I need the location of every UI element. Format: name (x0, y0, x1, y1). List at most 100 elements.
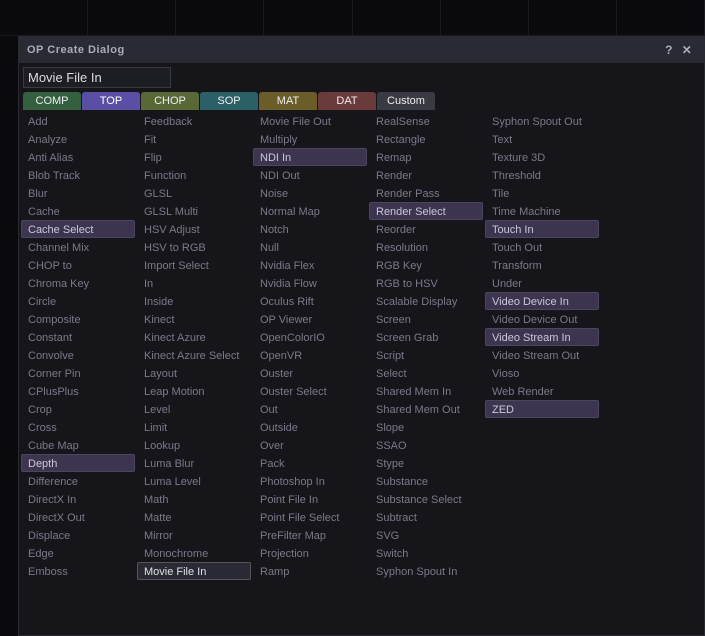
op-item[interactable]: Emboss (21, 562, 135, 580)
op-item[interactable]: Render Pass (369, 184, 483, 202)
op-item[interactable]: DirectX Out (21, 508, 135, 526)
op-item[interactable]: Time Machine (485, 202, 599, 220)
op-item[interactable]: Channel Mix (21, 238, 135, 256)
op-item[interactable]: NDI Out (253, 166, 367, 184)
op-item[interactable]: Leap Motion (137, 382, 251, 400)
op-item[interactable]: Outside (253, 418, 367, 436)
op-item[interactable]: Function (137, 166, 251, 184)
op-item[interactable]: Under (485, 274, 599, 292)
op-item[interactable]: CPlusPlus (21, 382, 135, 400)
op-item[interactable]: Video Device In (485, 292, 599, 310)
op-item[interactable]: HSV to RGB (137, 238, 251, 256)
op-item[interactable]: Movie File Out (253, 112, 367, 130)
op-item[interactable]: Touch In (485, 220, 599, 238)
op-item[interactable]: Luma Blur (137, 454, 251, 472)
op-item[interactable]: OpenVR (253, 346, 367, 364)
op-item[interactable]: Flip (137, 148, 251, 166)
op-item[interactable]: Kinect Azure Select (137, 346, 251, 364)
op-item[interactable]: Chroma Key (21, 274, 135, 292)
op-item[interactable]: Ouster (253, 364, 367, 382)
op-item[interactable]: Shared Mem In (369, 382, 483, 400)
op-item[interactable]: Remap (369, 148, 483, 166)
op-item[interactable]: Kinect Azure (137, 328, 251, 346)
op-item[interactable]: Tile (485, 184, 599, 202)
op-item[interactable]: RGB to HSV (369, 274, 483, 292)
op-item[interactable]: Out (253, 400, 367, 418)
op-item[interactable]: Screen Grab (369, 328, 483, 346)
op-item[interactable]: NDI In (253, 148, 367, 166)
op-item[interactable]: Touch Out (485, 238, 599, 256)
op-item[interactable]: Luma Level (137, 472, 251, 490)
op-item[interactable]: In (137, 274, 251, 292)
op-item[interactable]: Multiply (253, 130, 367, 148)
op-item[interactable]: Circle (21, 292, 135, 310)
tab-mat[interactable]: MAT (259, 92, 317, 110)
op-item[interactable]: Rectangle (369, 130, 483, 148)
op-item[interactable]: Subtract (369, 508, 483, 526)
op-item[interactable]: Substance Select (369, 490, 483, 508)
op-item[interactable]: Matte (137, 508, 251, 526)
op-item[interactable]: Edge (21, 544, 135, 562)
op-item[interactable]: Null (253, 238, 367, 256)
op-item[interactable]: SVG (369, 526, 483, 544)
op-item[interactable]: Ouster Select (253, 382, 367, 400)
dialog-titlebar[interactable]: OP Create Dialog ? ✕ (19, 37, 704, 63)
op-item[interactable]: Script (369, 346, 483, 364)
op-item[interactable]: Switch (369, 544, 483, 562)
op-item[interactable]: Movie File In (137, 562, 251, 580)
op-item[interactable]: Depth (21, 454, 135, 472)
op-item[interactable]: Photoshop In (253, 472, 367, 490)
op-item[interactable]: Pack (253, 454, 367, 472)
op-item[interactable]: Feedback (137, 112, 251, 130)
tab-dat[interactable]: DAT (318, 92, 376, 110)
op-item[interactable]: Screen (369, 310, 483, 328)
op-item[interactable]: Corner Pin (21, 364, 135, 382)
op-item[interactable]: Mirror (137, 526, 251, 544)
op-item[interactable]: Render (369, 166, 483, 184)
op-item[interactable]: HSV Adjust (137, 220, 251, 238)
op-item[interactable]: Video Device Out (485, 310, 599, 328)
op-item[interactable]: Import Select (137, 256, 251, 274)
op-item[interactable]: Nvidia Flow (253, 274, 367, 292)
op-item[interactable]: PreFilter Map (253, 526, 367, 544)
op-item[interactable]: Convolve (21, 346, 135, 364)
op-item[interactable]: Syphon Spout Out (485, 112, 599, 130)
op-item[interactable]: Displace (21, 526, 135, 544)
op-item[interactable]: Kinect (137, 310, 251, 328)
op-item[interactable]: Substance (369, 472, 483, 490)
op-item[interactable]: Cube Map (21, 436, 135, 454)
op-item[interactable]: Scalable Display (369, 292, 483, 310)
op-item[interactable]: Texture 3D (485, 148, 599, 166)
op-item[interactable]: Cache (21, 202, 135, 220)
op-item[interactable]: Video Stream In (485, 328, 599, 346)
op-item[interactable]: Limit (137, 418, 251, 436)
op-item[interactable]: Reorder (369, 220, 483, 238)
search-input[interactable] (23, 67, 171, 88)
op-item[interactable]: Lookup (137, 436, 251, 454)
op-item[interactable]: Analyze (21, 130, 135, 148)
op-item[interactable]: Layout (137, 364, 251, 382)
op-item[interactable]: OP Viewer (253, 310, 367, 328)
op-item[interactable]: Normal Map (253, 202, 367, 220)
op-item[interactable]: Oculus Rift (253, 292, 367, 310)
tab-custom[interactable]: Custom (377, 92, 435, 110)
op-item[interactable]: OpenColorIO (253, 328, 367, 346)
op-item[interactable]: Constant (21, 328, 135, 346)
op-item[interactable]: Noise (253, 184, 367, 202)
tab-top[interactable]: TOP (82, 92, 140, 110)
op-item[interactable]: Composite (21, 310, 135, 328)
op-item[interactable]: Threshold (485, 166, 599, 184)
op-item[interactable]: Level (137, 400, 251, 418)
op-item[interactable]: Slope (369, 418, 483, 436)
op-item[interactable]: Notch (253, 220, 367, 238)
help-button[interactable]: ? (660, 41, 678, 59)
tab-chop[interactable]: CHOP (141, 92, 199, 110)
op-item[interactable]: Crop (21, 400, 135, 418)
op-item[interactable]: RGB Key (369, 256, 483, 274)
op-item[interactable]: Syphon Spout In (369, 562, 483, 580)
op-item[interactable]: Point File Select (253, 508, 367, 526)
op-item[interactable]: Render Select (369, 202, 483, 220)
op-item[interactable]: GLSL Multi (137, 202, 251, 220)
op-item[interactable]: Ramp (253, 562, 367, 580)
tab-sop[interactable]: SOP (200, 92, 258, 110)
